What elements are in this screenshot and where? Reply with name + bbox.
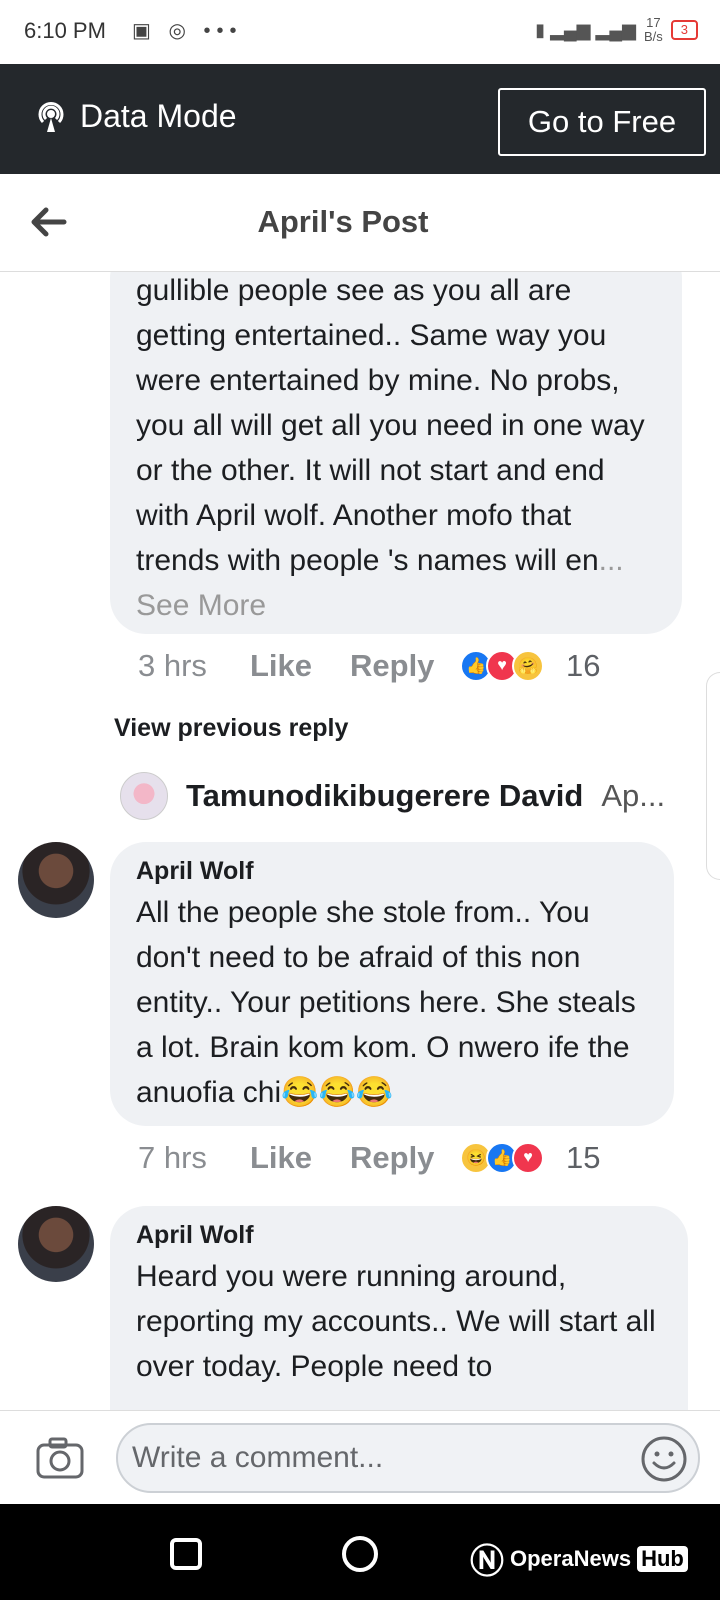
reactions-summary[interactable]: 👍 ♥ 🤗	[460, 650, 544, 682]
view-previous-reply-link[interactable]: View previous reply	[114, 714, 348, 743]
speed-unit: B/s	[643, 29, 663, 44]
battery-icon: 3	[670, 20, 698, 40]
love-icon: ♥	[512, 1142, 544, 1174]
watermark-brand: OperaNews	[510, 1545, 632, 1571]
reply-snippet: Ap...	[601, 778, 666, 813]
system-nav-bar: Ⓝ OperaNews Hub	[0, 1504, 720, 1600]
recents-button[interactable]	[170, 1538, 202, 1570]
go-to-free-button[interactable]: Go to Free	[498, 88, 706, 156]
comments-list[interactable]: gullible people see as you all are getti…	[0, 272, 720, 1410]
like-button[interactable]: Like	[250, 1140, 350, 1176]
comment-actions: 7 hrs Like Reply 😆 👍 ♥ 15	[138, 1140, 600, 1176]
post-header: April's Post	[0, 174, 720, 272]
comment-time: 3 hrs	[138, 648, 207, 683]
speed-value: 17	[646, 15, 661, 30]
reaction-count: 15	[566, 1140, 601, 1175]
emoji-icon[interactable]	[640, 1435, 688, 1483]
watermark-logo-icon: Ⓝ	[470, 1543, 504, 1581]
data-mode-banner: Data Mode Go to Free	[0, 64, 720, 174]
comment-text: gullible people see as you all are getti…	[136, 272, 658, 628]
like-button[interactable]: Like	[250, 648, 350, 684]
watermark-hub: Hub	[637, 1545, 688, 1572]
camera-icon[interactable]	[36, 1437, 84, 1479]
status-bar: 6:10 PM ▣ ◎ ••• ▮ ▂▄▆ ▂▄▆ 17 B/s 3	[0, 0, 720, 64]
reply-button[interactable]: Reply	[350, 1140, 460, 1176]
comment-time: 7 hrs	[138, 1140, 207, 1175]
signal-icon: ▮ ▂▄▆ ▂▄▆	[535, 19, 636, 40]
care-icon: 🤗	[512, 650, 544, 682]
scroll-handle[interactable]	[706, 672, 720, 880]
comment-text: Heard you were running around, reporting…	[136, 1260, 656, 1383]
watermark: Ⓝ OperaNews Hub	[470, 1534, 688, 1583]
status-right: ▮ ▂▄▆ ▂▄▆ 17 B/s 3	[535, 16, 698, 44]
reactions-summary[interactable]: 😆 👍 ♥	[460, 1142, 544, 1174]
ellipsis: ...	[598, 544, 624, 577]
data-mode-label: Data Mode	[80, 98, 237, 134]
reaction-count: 16	[566, 648, 601, 683]
data-mode-indicator: Data Mode	[34, 98, 237, 135]
status-time: 6:10 PM	[24, 18, 106, 43]
avatar[interactable]	[18, 842, 94, 918]
reply-preview-row[interactable]: Tamunodikibugerere David Ap...	[120, 772, 665, 820]
comment-bubble: gullible people see as you all are getti…	[110, 272, 682, 634]
comment-author[interactable]: April Wolf	[136, 1220, 664, 1250]
comment-bubble: April Wolf All the people she stole from…	[110, 842, 674, 1126]
comment-composer	[0, 1410, 720, 1504]
broadcast-icon	[38, 101, 64, 132]
home-button[interactable]	[342, 1536, 378, 1572]
avatar	[120, 772, 168, 820]
comment-input[interactable]	[116, 1423, 700, 1493]
avatar[interactable]	[18, 1206, 94, 1282]
comment-bubble: April Wolf Heard you were running around…	[110, 1206, 688, 1410]
comment-actions: 3 hrs Like Reply 👍 ♥ 🤗 16	[138, 648, 600, 684]
status-notification-icons: ▣ ◎ •••	[132, 20, 243, 42]
reply-button[interactable]: Reply	[350, 648, 460, 684]
comment-text: All the people she stole from.. You don'…	[136, 896, 636, 1109]
comment-body: gullible people see as you all are getti…	[136, 274, 645, 577]
comment-author[interactable]: April Wolf	[136, 856, 650, 886]
network-speed: 17 B/s	[644, 16, 663, 44]
see-more-link[interactable]: See More	[136, 589, 266, 622]
page-title: April's Post	[257, 204, 429, 239]
reply-author: Tamunodikibugerere David	[186, 778, 584, 813]
